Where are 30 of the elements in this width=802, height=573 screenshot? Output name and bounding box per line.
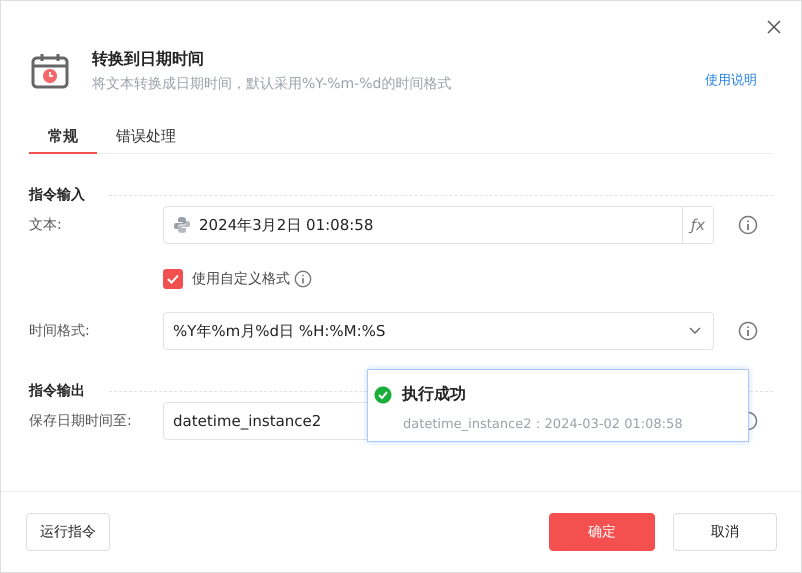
field-label: 文本: (29, 216, 63, 234)
info-icon[interactable] (738, 321, 758, 341)
info-icon[interactable] (294, 270, 312, 288)
dialog-title: 转换到日期时间 (92, 49, 205, 70)
close-icon[interactable] (767, 20, 781, 34)
toast-title: 执行成功 (402, 384, 466, 405)
tab[interactable]: 错误处理 (97, 127, 195, 154)
tab[interactable]: 常规 (29, 127, 97, 154)
section-title: 指令输出 (29, 382, 85, 400)
field-label: 时间格式: (29, 322, 91, 340)
field-value: datetime_instance2 (173, 412, 322, 430)
dialog-subtitle: 将文本转换成日期时间，默认采用%Y-%m-%d的时间格式 (92, 75, 452, 93)
format-dropdown[interactable]: %Y年%m月%d日 %H:%M:%S (163, 312, 714, 350)
field-value: %Y年%m月%d日 %H:%M:%S (173, 322, 386, 340)
field-value: 2024年3月2日 01:08:58 (199, 216, 374, 234)
help-link[interactable]: 使用说明 (705, 71, 757, 89)
check-icon (167, 274, 179, 284)
run-button[interactable]: 运行指令 (26, 513, 110, 551)
checkbox[interactable] (163, 269, 183, 289)
field-label: 保存日期时间至: (29, 412, 133, 430)
section-title: 指令输入 (29, 186, 85, 204)
checkbox-label: 使用自定义格式 (192, 270, 290, 288)
success-icon (374, 386, 392, 404)
cancel-button[interactable]: 取消 (673, 513, 777, 551)
input-field[interactable]: 2024年3月2日 01:08:58 ƒx (163, 206, 714, 244)
expression-button[interactable]: ƒx (682, 207, 713, 243)
chevron-down-icon (689, 327, 701, 335)
info-icon[interactable] (738, 215, 758, 235)
toast-message: datetime_instance2：2024-03-02 01:08:58 (403, 416, 684, 433)
calendar-clock-icon (31, 53, 69, 89)
